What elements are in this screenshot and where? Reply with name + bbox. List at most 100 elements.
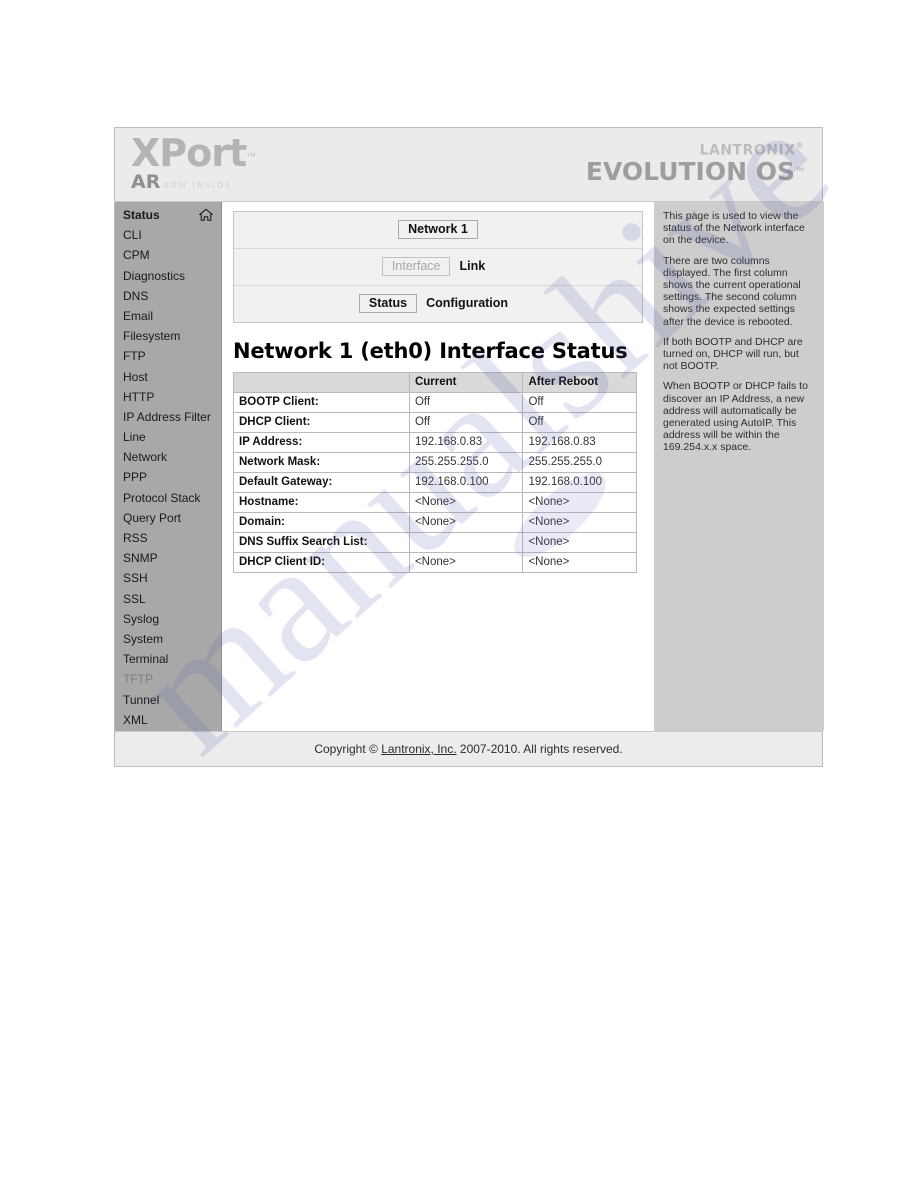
tab-row-interface-link: Interface Link <box>234 249 642 286</box>
row-current-cell <box>408 532 524 553</box>
table-row: Hostname: <None> <None> <box>233 492 637 513</box>
sidebar-item-rss[interactable]: RSS <box>115 528 221 548</box>
row-label-cell: IP Address: <box>233 432 410 453</box>
tab-row-network: Network 1 <box>234 212 642 249</box>
sidebar-item-status[interactable]: Status <box>115 205 221 225</box>
row-current-cell: 192.168.0.83 <box>408 432 524 453</box>
sidebar-item-label: SSL <box>123 591 146 606</box>
sidebar-item-cli[interactable]: CLI <box>115 225 221 245</box>
table-row: Default Gateway: 192.168.0.100 192.168.0.1… <box>233 472 637 493</box>
sidebar-item-label: RSS <box>123 531 148 545</box>
sidebar-item-line[interactable]: Line <box>115 427 221 447</box>
sidebar-item-system[interactable]: System <box>115 629 221 649</box>
vendor-registered-mark: ® <box>795 141 804 150</box>
sidebar-item-cpm[interactable]: CPM <box>115 245 221 265</box>
row-label-cell: Default Gateway: <box>233 472 410 493</box>
row-label-cell: DNS Suffix Search List: <box>233 532 410 553</box>
sidebar-item-label: Email <box>123 308 154 323</box>
table-row: Network Mask: 255.255.255.0 255.255.255.0 <box>233 452 637 473</box>
row-after-reboot-cell: 255.255.255.0 <box>522 452 637 473</box>
sidebar-item-network[interactable]: Network <box>115 447 221 467</box>
row-current-cell: <None> <box>408 512 524 533</box>
sidebar-item-filesystem[interactable]: Filesystem <box>115 326 221 346</box>
sidebar-item-email[interactable]: Email <box>115 306 221 326</box>
help-paragraph: If both BOOTP and DHCP are turned on, DH… <box>663 335 803 373</box>
column-header-label <box>233 372 410 393</box>
row-current-cell: 255.255.255.0 <box>408 452 524 473</box>
sidebar-item-label: Network <box>123 450 168 465</box>
sidebar-item-ip-address-filter[interactable]: IP Address Filter <box>115 407 221 427</box>
sidebar-item-ppp[interactable]: PPP <box>115 467 221 487</box>
ui-body: Status CLI CPM Diagnostics DNS Email Filesyste… <box>115 202 824 731</box>
row-label-cell: Domain: <box>233 512 410 533</box>
row-current-cell: <None> <box>408 552 524 573</box>
sidebar-item-label: Tunnel <box>123 692 160 707</box>
sidebar-item-snmp[interactable]: SNMP <box>115 548 221 568</box>
product-logo-trademark: ™ <box>246 151 257 163</box>
sidebar-item-syslog[interactable]: Syslog <box>115 609 221 629</box>
sidebar-item-ftp[interactable]: FTP <box>115 346 221 366</box>
table-row: Domain: <None> <None> <box>233 512 637 533</box>
row-label-cell: Hostname: <box>233 492 410 513</box>
row-after-reboot-cell: Off <box>522 392 637 413</box>
sidebar-item-label: HTTP <box>123 389 155 404</box>
tab-network-1[interactable]: Network 1 <box>398 220 478 239</box>
row-after-reboot-cell: <None> <box>522 492 637 513</box>
product-variant-subtitle: ARM INSIDE <box>163 181 233 190</box>
sidebar-item-label: Syslog <box>123 611 160 626</box>
sidebar-item-label: Filesystem <box>123 329 181 344</box>
sidebar-item-diagnostics[interactable]: Diagnostics <box>115 266 221 286</box>
sidebar-item-xml[interactable]: XML <box>115 710 221 730</box>
os-trademark: ™ <box>795 165 804 176</box>
sidebar-item-tftp[interactable]: TFTP <box>115 669 221 689</box>
column-header-after-reboot: After Reboot <box>522 372 637 393</box>
page-title: Network 1 (eth0) Interface Status <box>233 339 628 363</box>
help-panel: This page is used to view the status of … <box>653 202 824 731</box>
sidebar-item-tunnel[interactable]: Tunnel <box>115 690 221 710</box>
row-current-cell: Off <box>408 392 524 413</box>
interface-status-table: Current After Reboot BOOTP Client: Off Off… <box>233 372 637 573</box>
table-row: IP Address: 192.168.0.83 192.168.0.83 <box>233 432 637 453</box>
footer: Copyright © Lantronix, Inc. 2007-2010. A… <box>115 731 822 766</box>
sidebar-item-dns[interactable]: DNS <box>115 286 221 306</box>
sidebar-item-label: Protocol Stack <box>123 490 201 505</box>
row-after-reboot-cell: 192.168.0.100 <box>522 472 637 493</box>
sidebar-item-label: TFTP <box>123 672 153 687</box>
brand-header: XPort™ AR ARM INSIDE LANTRONIX® EVOLUTION… <box>115 128 822 202</box>
sidebar-item-label: Line <box>123 430 146 445</box>
row-label-cell: BOOTP Client: <box>233 392 410 413</box>
sidebar-item-ssh[interactable]: SSH <box>115 568 221 588</box>
sidebar-item-label: System <box>123 631 164 646</box>
row-current-cell: Off <box>408 412 524 433</box>
row-current-cell: 192.168.0.100 <box>408 472 524 493</box>
sidebar-item-protocol-stack[interactable]: Protocol Stack <box>115 488 221 508</box>
help-paragraph: There are two columns displayed. The fir… <box>663 254 801 328</box>
sidebar-item-label: Status <box>123 208 160 222</box>
tab-panel: Network 1 Interface Link Status Configurat… <box>233 211 643 323</box>
sidebar-item-host[interactable]: Host <box>115 367 221 387</box>
tab-configuration[interactable]: Configuration <box>417 295 517 312</box>
sidebar-item-query-port[interactable]: Query Port <box>115 508 221 528</box>
sidebar-item-label: FTP <box>123 349 146 364</box>
sidebar-nav: Status CLI CPM Diagnostics DNS Email Filesyste… <box>115 202 222 731</box>
table-row: DNS Suffix Search List: <None> <box>233 532 637 553</box>
sidebar-item-terminal[interactable]: Terminal <box>115 649 221 669</box>
row-label-cell: Network Mask: <box>233 452 410 473</box>
xport-logo: XPort™ AR ARM INSIDE <box>131 134 256 192</box>
sidebar-item-ssl[interactable]: SSL <box>115 589 221 609</box>
sidebar-item-label: CPM <box>123 248 150 263</box>
row-after-reboot-cell: <None> <box>522 532 637 553</box>
row-after-reboot-cell: <None> <box>522 512 637 533</box>
sidebar-item-label: Terminal <box>123 652 169 667</box>
device-web-ui: XPort™ AR ARM INSIDE LANTRONIX® EVOLUTION… <box>114 127 824 767</box>
footer-lantronix-link[interactable]: Lantronix, Inc. <box>381 742 456 756</box>
home-icon <box>199 208 213 221</box>
tab-interface[interactable]: Interface <box>381 257 451 276</box>
row-after-reboot-cell: 192.168.0.83 <box>522 432 637 453</box>
tab-row-status-configuration: Status Configuration <box>234 286 642 322</box>
sidebar-item-label: Host <box>123 369 148 384</box>
tab-status[interactable]: Status <box>358 294 418 313</box>
tab-link[interactable]: Link <box>450 258 494 275</box>
row-label-cell: DHCP Client: <box>233 412 410 433</box>
sidebar-item-http[interactable]: HTTP <box>115 387 221 407</box>
